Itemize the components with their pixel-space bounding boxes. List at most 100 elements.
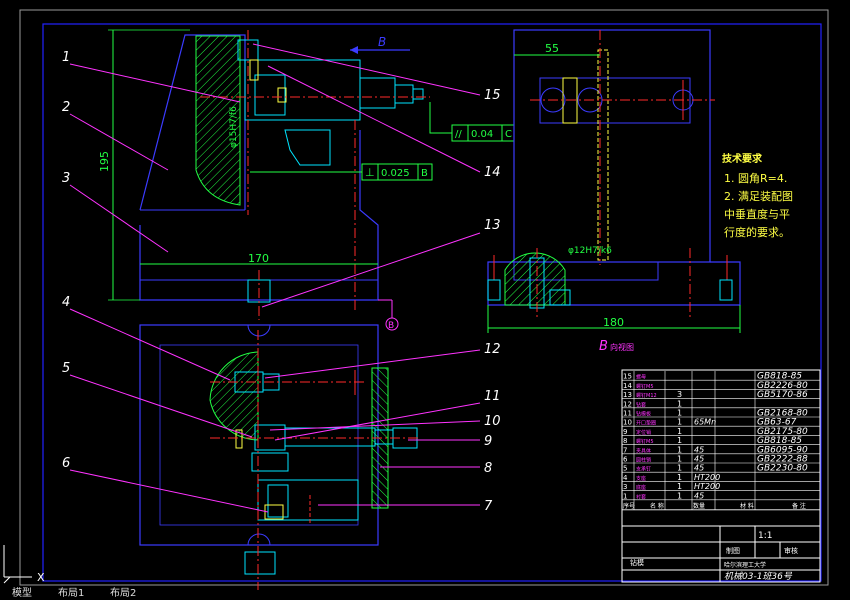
bom-cell-name: 螺钉M5 <box>636 438 654 445</box>
ucs-x: X <box>37 571 45 584</box>
fit-left-text: φ15H7/f6 <box>229 106 239 148</box>
bom-cell-name: 夹具体 <box>636 447 651 454</box>
tech-req-line-3: 行度的要求。 <box>724 225 790 239</box>
tb-name: 钻模 <box>630 558 644 567</box>
tb-checked: 审核 <box>784 546 798 555</box>
bom-cell-name: 底座 <box>636 484 646 491</box>
bom-cell-no: 8 <box>623 437 627 445</box>
bom-cell-no: 7 <box>623 446 627 454</box>
bom-cell-qty: 1 <box>677 482 682 491</box>
bom-cell-name: 钻模板 <box>636 411 651 418</box>
view-b-letter: B <box>599 339 608 354</box>
tb-school: 哈尔滨理工大学 <box>724 561 766 569</box>
balloon-11: 11 <box>484 389 501 404</box>
balloon-7: 7 <box>484 499 493 514</box>
bom-cell-name: 定位销 <box>636 429 651 436</box>
bom-row: 5 支承钉 1 45 GB2230-80 <box>622 464 820 474</box>
balloon-5: 5 <box>62 361 70 376</box>
bom-cell-qty: 1 <box>677 491 682 500</box>
balloon-1: 1 <box>62 50 70 65</box>
bom-cell-no: 12 <box>623 400 632 408</box>
bom-cell-no: 4 <box>623 474 628 482</box>
tol-perp-ref: B <box>421 168 428 179</box>
bom-row: 4 支座 1 HT200 <box>622 473 820 482</box>
balloon-12: 12 <box>484 342 501 357</box>
cad-drawing-canvas[interactable]: 195 170 φ15H7/f6 // 0.04 C ⊥ 0.025 B B B <box>0 0 850 600</box>
bom-cell-qty: 1 <box>677 473 682 482</box>
balloon-4: 4 <box>62 295 70 310</box>
dim-195-text: 195 <box>98 151 111 172</box>
bom-cell-name: 衬套 <box>636 493 646 500</box>
dim-180-text: 180 <box>603 316 624 329</box>
tb-drawn: 制图 <box>726 546 740 555</box>
dim-170-text: 170 <box>248 252 269 265</box>
bom-header-1: 名 称 <box>650 502 664 510</box>
ucs-icon: X <box>3 545 45 584</box>
bom-cell-qty: 1 <box>677 445 682 454</box>
bom-cell-mat: 45 <box>694 464 704 473</box>
balloon-13: 13 <box>484 218 501 233</box>
bom-cell-name: 开口垫圈 <box>636 420 656 427</box>
drawing-frame-outer <box>19 9 829 586</box>
bom-cell-mat: HT200 <box>694 482 720 491</box>
view-b-suffix: 向视图 <box>610 342 634 352</box>
tab-layout2[interactable]: 布局2 <box>110 588 136 600</box>
tol-parallel-ref: C <box>505 129 512 140</box>
tol-perp-sym: ⊥ <box>365 166 375 179</box>
bom-cell-mat: 45 <box>694 445 704 454</box>
view-arrow-b-label: B <box>378 35 386 49</box>
bom-row: 13 螺钉M12 3 GB5170-86 <box>622 390 820 400</box>
bom-cell-name: 螺母 <box>636 374 646 381</box>
dim-width: 170 <box>140 252 378 265</box>
bom-row: 3 底座 1 HT200 <box>622 482 820 491</box>
bom-cell-qty: 1 <box>677 399 682 408</box>
balloon-2: 2 <box>62 100 70 115</box>
tol-perp-frame: ⊥ 0.025 B <box>250 163 433 181</box>
title-block: 15 螺母 GB818-8514 螺钉M5 GB2226-8013 螺钉M12 3 GB517… <box>621 369 821 583</box>
bom-cell-no: 10 <box>623 419 632 427</box>
balloon-8: 8 <box>484 461 492 476</box>
bom-cell-mat: 45 <box>694 455 704 464</box>
tech-req-line-2: 中垂直度与平 <box>724 207 790 221</box>
bom-cell-no: 11 <box>623 410 632 418</box>
balloon-15: 15 <box>484 88 501 103</box>
view-arrow-b: B <box>350 35 410 54</box>
tab-layout1[interactable]: 布局1 <box>58 588 84 600</box>
tb-scale: 1:1 <box>758 531 772 541</box>
bom-cell-no: 3 <box>623 483 627 491</box>
bom-row: 1 衬套 1 45 <box>622 491 820 500</box>
view-b-title: B 向视图 <box>599 339 634 354</box>
bom-rows: 15 螺母 GB818-8514 螺钉M5 GB2226-8013 螺钉M12 3 GB517… <box>622 371 820 511</box>
datum-b-label: B <box>388 321 394 331</box>
bom-cell-name: 钻套 <box>636 401 646 408</box>
bom-cell-std: GB5170-86 <box>757 390 808 400</box>
bom-header-2: 数量 <box>693 502 705 510</box>
balloon-9: 9 <box>484 434 492 449</box>
datum-b: B <box>378 299 399 331</box>
fit-right-text: φ12H7/k6 <box>568 246 612 256</box>
bom-cell-no: 1 <box>623 492 627 500</box>
tab-model[interactable]: 模型 <box>12 588 32 600</box>
bom-cell-no: 14 <box>623 382 632 390</box>
bom-cell-name: 螺钉M5 <box>636 383 654 390</box>
tol-perp-val: 0.025 <box>381 168 410 179</box>
dim-55-text: 55 <box>545 42 559 55</box>
bom-header-0: 序号 <box>623 502 635 510</box>
bom-cell-qty: 1 <box>677 427 682 436</box>
dim-180: 180 <box>487 305 741 333</box>
bom-cell-name: 圆柱销 <box>636 457 651 464</box>
balloon-14: 14 <box>484 165 501 180</box>
leader-lines <box>69 43 481 513</box>
bom-cell-qty: 3 <box>677 390 682 399</box>
balloon-10: 10 <box>484 414 501 429</box>
tech-requirements: 技术要求 1. 圆角R=4. 2. 满足装配图 中垂直度与平 行度的要求。 <box>722 152 793 239</box>
bom-cell-name: 支座 <box>636 475 646 482</box>
bom-cell-qty: 1 <box>677 409 682 418</box>
tol-parallel-sym: // <box>455 129 462 140</box>
bom-cell-no: 9 <box>623 428 627 436</box>
bom-cell-name: 螺钉M12 <box>636 392 657 399</box>
balloon-3: 3 <box>62 171 70 186</box>
top-view <box>139 324 420 590</box>
tech-req-line-1: 2. 满足装配图 <box>724 190 793 203</box>
bom-cell-name: 支承钉 <box>636 466 651 473</box>
